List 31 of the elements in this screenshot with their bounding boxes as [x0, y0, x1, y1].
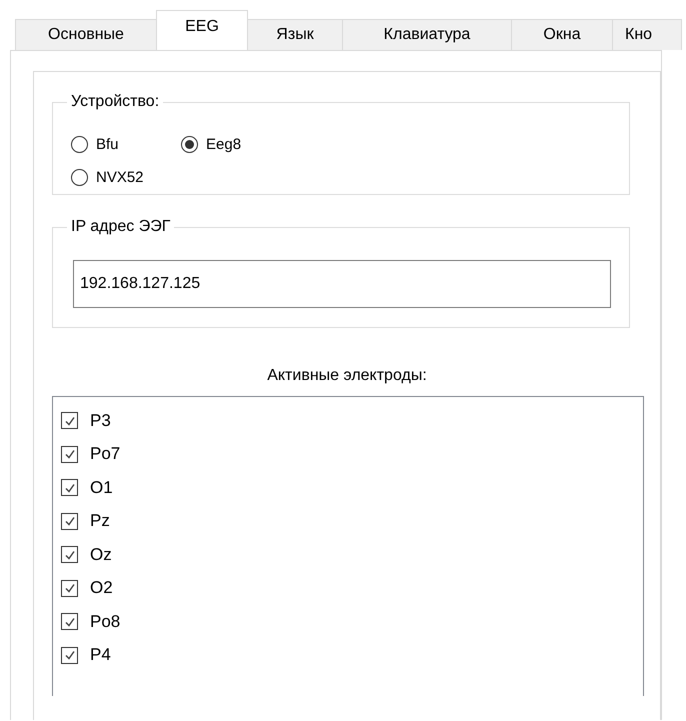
checkbox[interactable] [61, 446, 78, 462]
electrode-label[interactable]: P3 [90, 410, 111, 430]
checkbox[interactable] [61, 412, 78, 429]
radio-button[interactable] [181, 136, 198, 153]
ip-address-field[interactable]: 192.168.127.125 [73, 260, 611, 308]
electrode-label[interactable]: Oz [90, 544, 112, 564]
checkbox[interactable] [61, 646, 78, 664]
checkbox[interactable] [61, 512, 78, 530]
radio-label[interactable]: NVX52 [96, 169, 144, 186]
group-title: Устройство: [67, 92, 164, 112]
radio-button[interactable] [71, 169, 88, 186]
tab[interactable]: Кно [612, 19, 682, 50]
tab[interactable]: Язык [247, 19, 343, 50]
checkbox[interactable] [61, 546, 78, 563]
tab[interactable]: Окна [511, 19, 613, 50]
electrode-label[interactable]: O2 [90, 578, 113, 598]
checkbox[interactable] [61, 580, 78, 596]
checkbox[interactable] [61, 613, 78, 630]
group-title: IP адрес ЭЭГ [67, 217, 174, 237]
electrode-label[interactable]: Pz [90, 511, 110, 531]
radio-button[interactable] [71, 136, 88, 153]
tab[interactable]: Основные [15, 19, 157, 50]
electrodes-label: Активные электроды: [266, 366, 428, 386]
checkbox[interactable] [61, 479, 78, 496]
tab[interactable]: Клавиатура [342, 19, 512, 50]
electrode-label[interactable]: O1 [90, 478, 113, 498]
electrode-label[interactable]: P4 [90, 645, 111, 665]
radio-label[interactable]: Eeg8 [206, 136, 242, 153]
electrode-label[interactable]: Po7 [90, 444, 120, 464]
electrode-label[interactable]: Po8 [90, 612, 120, 632]
radio-label[interactable]: Bfu [96, 136, 119, 153]
